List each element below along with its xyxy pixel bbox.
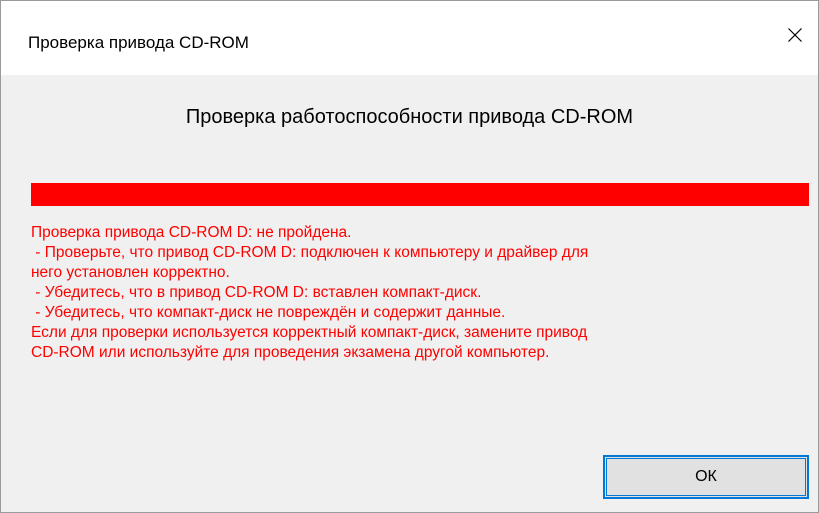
window-title: Проверка привода CD-ROM [28,33,249,52]
message-line: CD-ROM или используйте для проведения эк… [31,344,550,361]
progress-bar-fill [31,183,809,206]
close-icon [788,28,802,42]
dialog-heading: Проверка работоспособности привода CD-RO… [185,106,634,128]
error-message: Проверка привода CD-ROM D: не пройдена. … [31,223,811,363]
message-line: - Убедитесь, что компакт-диск не поврежд… [31,304,506,321]
dialog-window: Проверка привода CD-ROM Проверка работос… [0,0,819,513]
close-button[interactable] [772,15,818,55]
message-line: - Проверьте, что привод CD-ROM D: подклю… [31,244,589,261]
message-line: - Убедитесь, что в привод CD-ROM D: вста… [31,284,482,301]
progress-bar [31,183,809,206]
message-line: него установлен корректно. [31,264,230,281]
message-line: Если для проверки используется корректны… [31,324,588,341]
ok-button[interactable]: ОК [603,455,809,499]
message-line: Проверка привода CD-ROM D: не пройдена. [31,224,352,241]
title-bar: Проверка привода CD-ROM [1,1,818,75]
ok-button-label: ОК [695,468,717,485]
